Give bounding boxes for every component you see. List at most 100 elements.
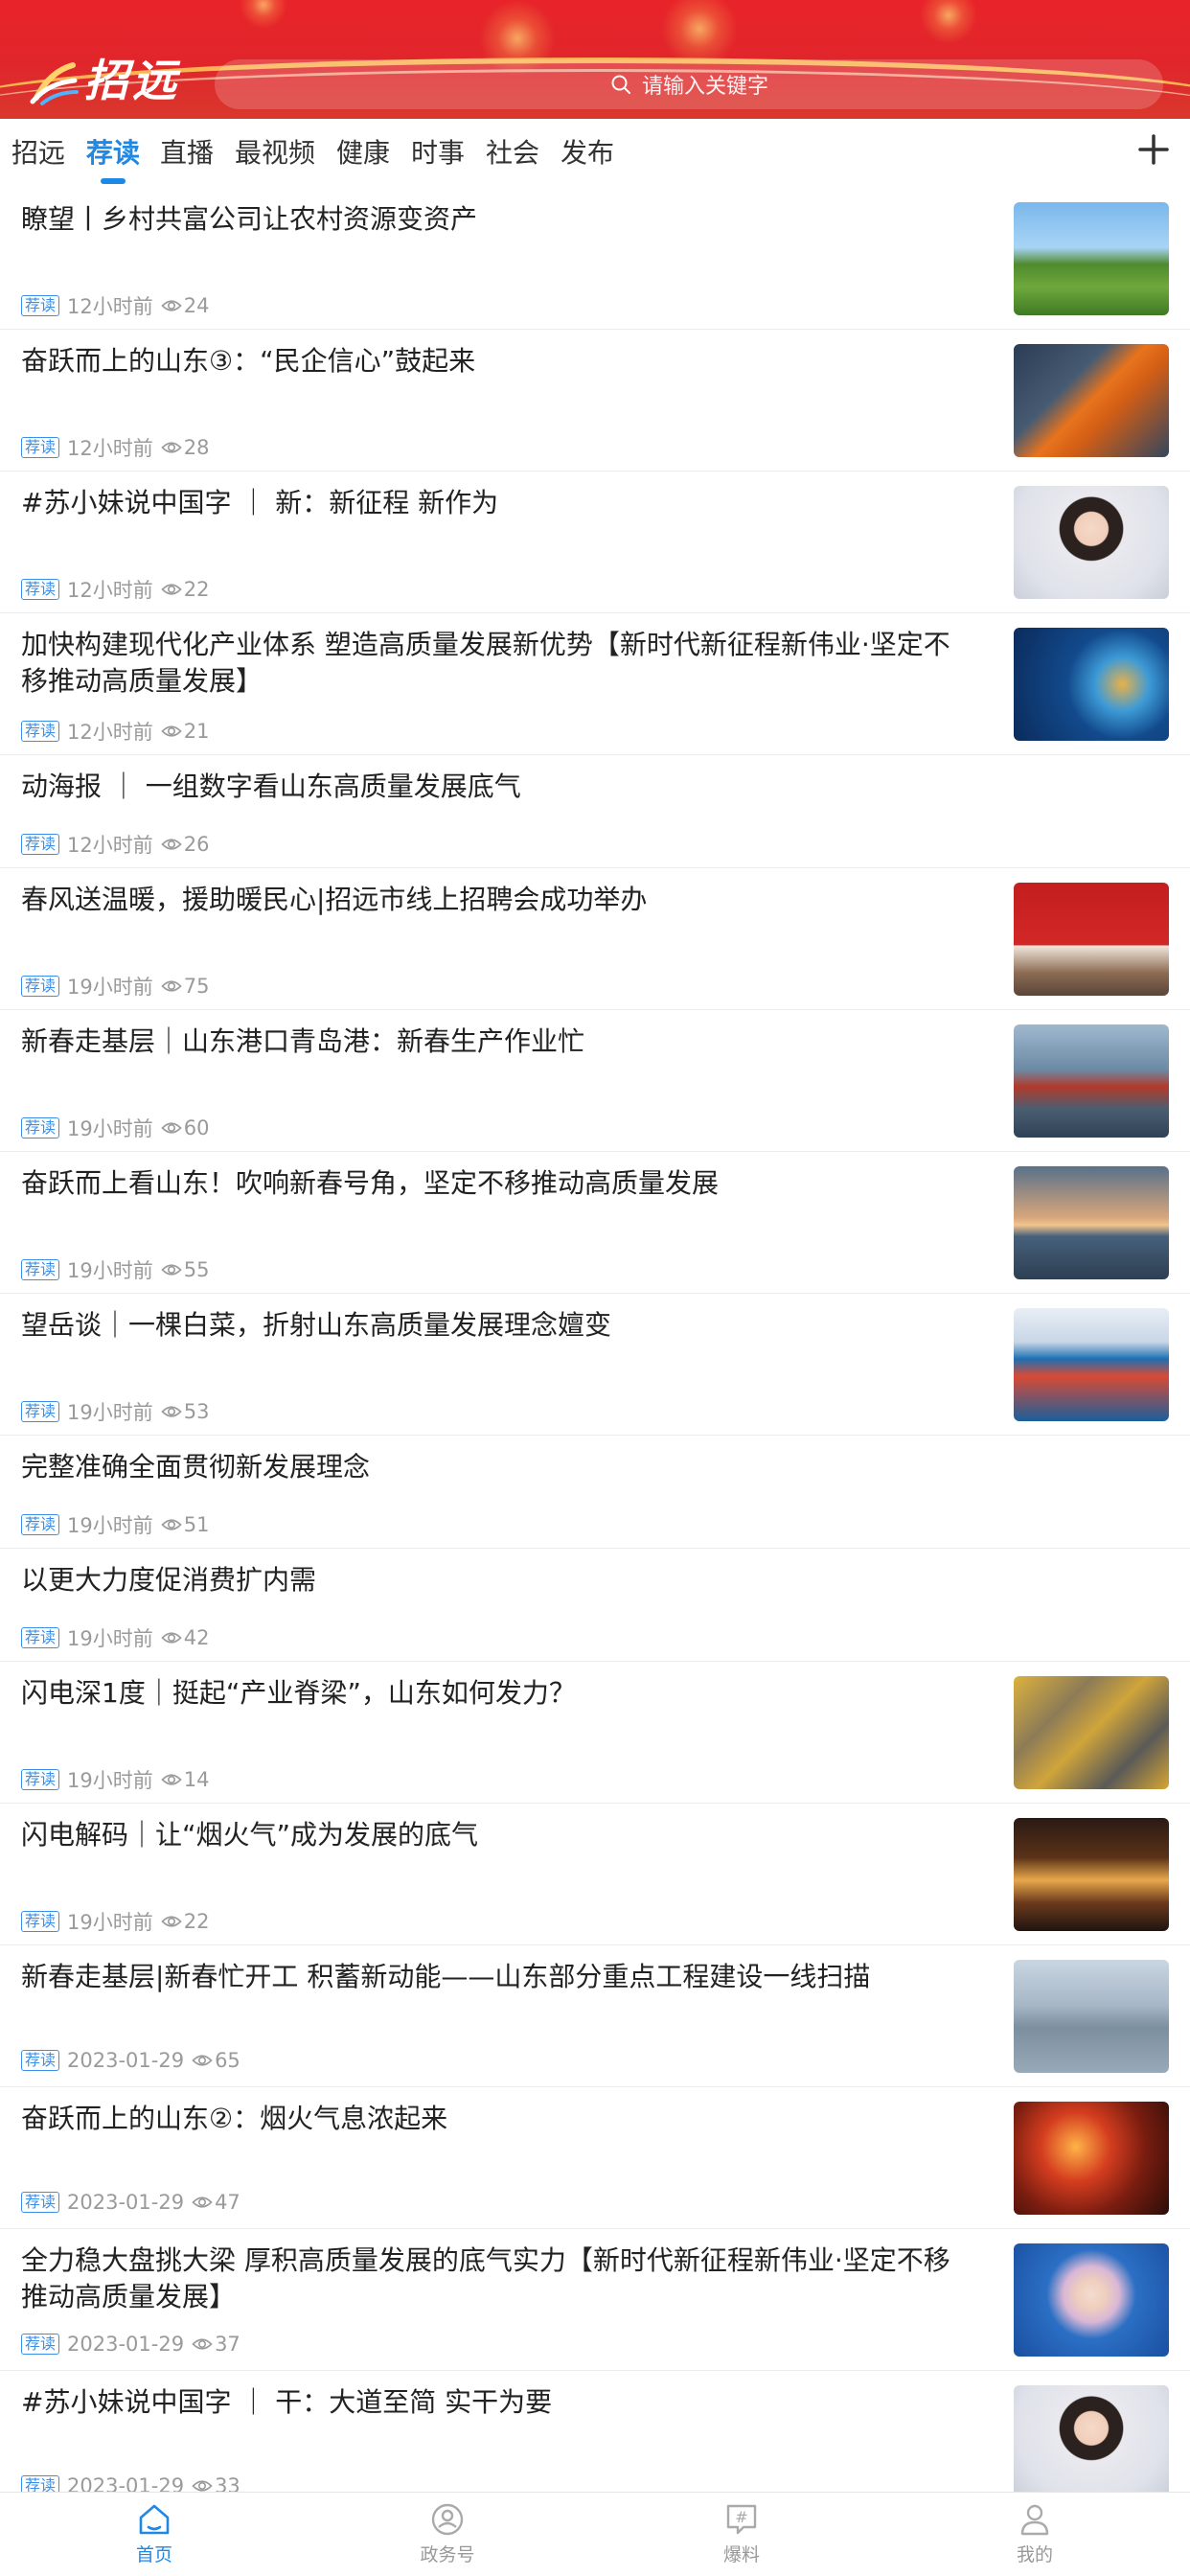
article-title: 奋跃而上看山东！吹响新春号角，坚定不移推动高质量发展	[21, 1167, 720, 1199]
article-meta: 荐读 19小时前 75	[21, 972, 209, 1000]
article-time: 2023-01-29	[67, 2333, 185, 2356]
harbor-aerial-photo[interactable]	[1014, 1308, 1169, 1421]
view-count-icon	[161, 584, 182, 595]
construction-site-aerial-photo[interactable]	[1014, 1960, 1169, 2073]
article-tag-badge: 荐读	[21, 2192, 60, 2213]
article-item[interactable]: 动海报 ｜ 一组数字看山东高质量发展底气 荐读 12小时前 26	[0, 755, 1190, 868]
article-meta: 荐读 19小时前 53	[21, 1397, 209, 1426]
lantern-street-photo[interactable]	[1014, 2102, 1169, 2215]
view-count-icon	[161, 1632, 182, 1644]
article-view-count: 42	[183, 1626, 210, 1649]
channel-tabs: 招远 荐读 直播 最视频 健康 时事 社会 发布	[0, 119, 1190, 188]
tab-society[interactable]: 社会	[486, 136, 539, 171]
news-presenter-photo[interactable]	[1014, 2243, 1169, 2357]
article-view-count: 47	[215, 2191, 240, 2214]
article-time: 12小时前	[67, 834, 153, 857]
nav-government-account-label: 政务号	[420, 2544, 475, 2565]
search-icon	[611, 75, 630, 94]
view-count-icon	[192, 2055, 213, 2066]
article-time: 19小时前	[67, 1627, 153, 1650]
article-item[interactable]: 瞭望丨乡村共富公司让农村资源变资产 荐读 12小时前 24	[0, 188, 1190, 330]
article-tag-badge: 荐读	[21, 1627, 60, 1648]
article-view-count: 37	[215, 2333, 240, 2356]
article-meta: 荐读 12小时前 26	[21, 830, 209, 859]
presenter-portrait-photo[interactable]	[1014, 2385, 1169, 2492]
view-count-icon	[161, 839, 182, 850]
plus-icon[interactable]	[1136, 132, 1171, 167]
article-meta: 荐读 2023-01-29 37	[21, 2333, 240, 2356]
article-time: 19小时前	[67, 1259, 153, 1282]
article-meta: 荐读 2023-01-29 65	[21, 2049, 240, 2072]
tab-current-affairs[interactable]: 时事	[411, 136, 465, 171]
view-count-icon	[192, 2196, 213, 2208]
article-tag-badge: 荐读	[21, 437, 60, 458]
view-count-icon	[161, 300, 182, 311]
article-time: 19小时前	[67, 1514, 153, 1537]
tab-recommended[interactable]: 荐读	[86, 136, 140, 171]
view-count-icon	[161, 1122, 182, 1134]
tab-video[interactable]: 最视频	[235, 136, 315, 171]
nav-profile-label: 我的	[1016, 2544, 1053, 2565]
tip-off-icon: #	[726, 2504, 757, 2535]
active-tab-indicator	[101, 178, 126, 184]
view-count-icon	[192, 2338, 213, 2350]
article-item[interactable]: 奋跃而上的山东②：烟火气息浓起来 荐读 2023-01-29 47	[0, 2087, 1190, 2229]
article-title: 完整准确全面贯彻新发展理念	[21, 1451, 371, 1483]
article-view-count: 14	[183, 1768, 210, 1791]
article-time: 19小时前	[67, 1401, 153, 1424]
article-item[interactable]: 新春走基层|新春忙开工 积蓄新动能——山东部分重点工程建设一线扫描 荐读 2023-…	[0, 1945, 1190, 2087]
article-meta: 荐读 2023-01-29 33	[21, 2474, 240, 2492]
article-tag-badge: 荐读	[21, 721, 60, 742]
article-tag-badge: 荐读	[21, 1911, 60, 1932]
article-meta: 荐读 19小时前 42	[21, 1623, 209, 1652]
article-view-count: 26	[183, 833, 210, 856]
tab-zhaoyuan[interactable]: 招远	[11, 136, 65, 171]
article-item[interactable]: 望岳谈｜一棵白菜，折射山东高质量发展理念嬗变 荐读 19小时前 53	[0, 1294, 1190, 1436]
article-meta: 荐读 19小时前 22	[21, 1907, 209, 1936]
article-meta: 荐读 12小时前 24	[21, 291, 209, 320]
sunrise-coast-photo[interactable]	[1014, 1166, 1169, 1279]
article-item[interactable]: 闪电深1度｜挺起“产业脊梁”，山东如何发力？ 荐读 19小时前 14	[0, 1662, 1190, 1804]
article-item[interactable]: #苏小妹说中国字 ｜ 干：大道至简 实干为要荐读 2023-01-29 33	[0, 2371, 1190, 2492]
tab-health[interactable]: 健康	[336, 136, 390, 171]
nav-profile[interactable]: 我的	[977, 2500, 1092, 2566]
article-title: #苏小妹说中国字 ｜ 干：大道至简 实干为要	[21, 2386, 553, 2418]
farmland-photo[interactable]	[1014, 202, 1169, 315]
article-item[interactable]: 春风送温暖，援助暖民心|招远市线上招聘会成功举办 荐读 19小时前 75	[0, 868, 1190, 1010]
view-count-icon	[161, 1774, 182, 1785]
article-tag-badge: 荐读	[21, 1259, 60, 1280]
article-item[interactable]: 完整准确全面贯彻新发展理念 荐读 19小时前 51	[0, 1436, 1190, 1549]
article-item[interactable]: 奋跃而上看山东！吹响新春号角，坚定不移推动高质量发展 荐读 19小时前 55	[0, 1152, 1190, 1294]
logo-icon	[30, 62, 79, 105]
article-tag-badge: 荐读	[21, 1514, 60, 1535]
article-view-count: 21	[183, 720, 210, 743]
search-bar[interactable]: 请输入关键字	[215, 59, 1163, 109]
article-item[interactable]: 加快构建现代化产业体系 塑造高质量发展新优势【新时代新征程新伟业·坚定不移推动高…	[0, 613, 1190, 755]
article-item[interactable]: 全力稳大盘挑大梁 厚积高质量发展的底气实力【新时代新征程新伟业·坚定不移推动高质…	[0, 2229, 1190, 2371]
meeting-banner-photo[interactable]	[1014, 883, 1169, 996]
presenter-portrait-photo[interactable]	[1014, 486, 1169, 599]
article-item[interactable]: #苏小妹说中国字 ｜ 新：新征程 新作为 荐读 12小时前 22	[0, 472, 1190, 613]
article-item[interactable]: 以更大力度促消费扩内需 荐读 19小时前 42	[0, 1549, 1190, 1662]
article-title: 新春走基层｜山东港口青岛港：新春生产作业忙	[21, 1025, 585, 1057]
article-time: 12小时前	[67, 579, 153, 602]
article-title: 望岳谈｜一棵白菜，折射山东高质量发展理念嬗变	[21, 1309, 612, 1341]
nav-tip-off[interactable]: # 爆料	[684, 2500, 799, 2566]
port-cranes-photo[interactable]	[1014, 1024, 1169, 1138]
tab-live[interactable]: 直播	[160, 136, 214, 171]
article-item[interactable]: 新春走基层｜山东港口青岛港：新春生产作业忙 荐读 19小时前 60	[0, 1010, 1190, 1152]
news-anchor-globe-photo[interactable]	[1014, 628, 1169, 741]
robot-arm-factory-photo[interactable]	[1014, 344, 1169, 457]
article-feed[interactable]: 瞭望丨乡村共富公司让农村资源变资产 荐读 12小时前 24 奋跃而上的山东③：“民企信心…	[0, 188, 1190, 2492]
article-tag-badge: 荐读	[21, 834, 60, 855]
article-meta: 荐读 2023-01-29 47	[21, 2191, 240, 2214]
article-item[interactable]: 奋跃而上的山东③：“民企信心”鼓起来 荐读 12小时前 28	[0, 330, 1190, 472]
nav-home[interactable]: 首页	[97, 2500, 212, 2566]
assembly-line-photo[interactable]	[1014, 1676, 1169, 1789]
night-market-poster[interactable]	[1014, 1818, 1169, 1931]
article-item[interactable]: 闪电解码｜让“烟火气”成为发展的底气 荐读 19小时前 22	[0, 1804, 1190, 1945]
nav-government-account[interactable]: 政务号	[390, 2500, 505, 2566]
firework-decoration	[240, 0, 287, 29]
tab-release[interactable]: 发布	[561, 136, 614, 171]
article-view-count: 24	[183, 294, 210, 317]
